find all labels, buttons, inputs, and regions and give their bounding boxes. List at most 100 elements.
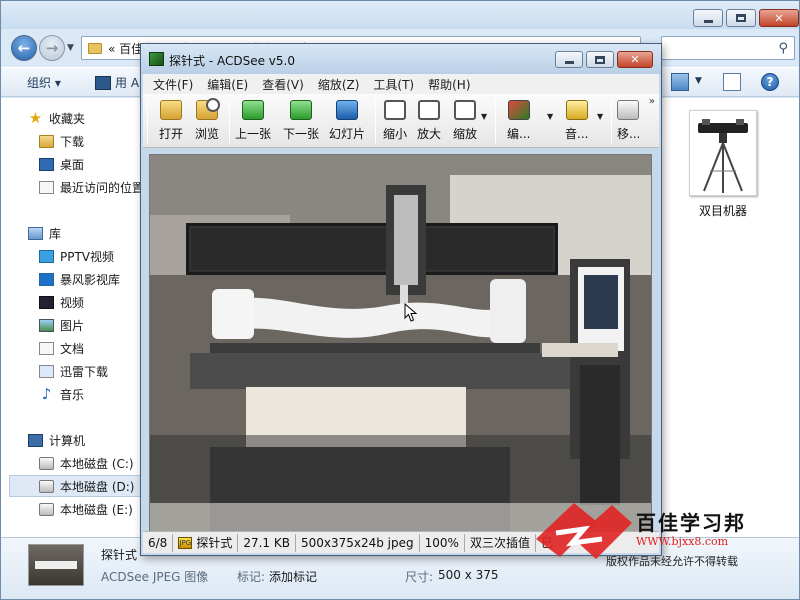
sidebar-libraries[interactable]: 库 [28, 225, 61, 242]
menu-zoom[interactable]: 缩放(Z) [318, 76, 360, 93]
explorer-titlebar [1, 1, 799, 29]
sidebar-item-drive-e[interactable]: 本地磁盘 (E:) [39, 501, 133, 518]
sidebar-item-documents[interactable]: 文档 [39, 340, 84, 357]
prev-label: 上一张 [235, 127, 272, 141]
view-dropdown[interactable]: ▼ [695, 76, 702, 86]
menu-view[interactable]: 查看(V) [262, 76, 304, 93]
browse-button[interactable]: 浏览 [195, 98, 220, 142]
menu-help[interactable]: 帮助(H) [428, 76, 470, 93]
history-dropdown[interactable]: ▼ [67, 43, 74, 53]
disk-icon [39, 480, 54, 493]
maximize-button[interactable] [726, 9, 756, 27]
document-icon [39, 342, 54, 355]
acdsee-toolbar: 打开 浏览 上一张 下一张 幻灯片 缩小 放大 缩放 ▼ 编... ▼ 音...… [143, 94, 659, 148]
video-icon [39, 296, 54, 309]
move-button[interactable]: 移... [617, 100, 639, 142]
edit-button[interactable]: 编... [507, 100, 530, 142]
sidebar-item-pptv[interactable]: PPTV视频 [39, 248, 114, 265]
open-label: 打开 [159, 127, 184, 141]
sidebar-item-baofeng[interactable]: 暴风影视库 [39, 271, 120, 288]
minimize-icon [703, 19, 713, 23]
acdsee-close-button[interactable]: ✕ [617, 51, 653, 68]
edit-icon [507, 100, 530, 120]
details-filetype: ACDSee JPEG 图像 [101, 570, 209, 584]
sidebar-item-recent[interactable]: 最近访问的位置 [39, 179, 144, 196]
sidebar-label: 本地磁盘 (C:) [60, 457, 134, 471]
organize-button[interactable]: 组织 ▾ [27, 74, 61, 91]
audio-dropdown[interactable]: ▼ [597, 112, 603, 121]
xunlei-icon [39, 365, 54, 378]
close-icon: ✕ [774, 11, 784, 25]
close-button[interactable]: ✕ [759, 9, 799, 27]
search-icon: ⚲ [778, 41, 788, 56]
details-size-label: 尺寸: [405, 570, 434, 584]
sidebar-label: 迅雷下载 [60, 365, 109, 379]
menu-edit[interactable]: 编辑(E) [207, 76, 248, 93]
move-icon [617, 100, 639, 120]
forward-button[interactable]: → [39, 35, 65, 61]
watermark-title: 百佳学习邦 [636, 511, 746, 535]
sidebar-computer[interactable]: 计算机 [28, 432, 85, 449]
zoom-icon [454, 100, 476, 120]
watermark-url: WWW.bjxx8.com [636, 535, 729, 548]
audio-label: 音... [565, 127, 589, 141]
prev-button[interactable]: 上一张 [235, 100, 271, 142]
zoom-dropdown[interactable]: ▼ [481, 112, 487, 121]
toolbar-separator [147, 100, 148, 144]
slideshow-button[interactable]: 幻灯片 [329, 100, 365, 142]
sidebar-favorites[interactable]: ★ 收藏夹 [28, 110, 85, 127]
sidebar-item-videos[interactable]: 视频 [39, 294, 84, 311]
cursor-icon [404, 303, 418, 322]
sidebar-item-drive-d[interactable]: 本地磁盘 (D:) [39, 478, 134, 495]
sidebar-item-desktop[interactable]: 桌面 [39, 156, 84, 173]
sidebar-item-xunlei[interactable]: 迅雷下载 [39, 363, 108, 380]
open-with-label: 用 A [115, 76, 140, 90]
file-item[interactable]: 双目机器 [687, 110, 759, 219]
sidebar-label: PPTV视频 [60, 250, 115, 264]
image-viewer[interactable] [149, 154, 652, 532]
view-icon[interactable] [671, 73, 689, 91]
acdsee-maximize-button[interactable] [586, 51, 614, 68]
sidebar-item-downloads[interactable]: 下载 [39, 133, 84, 150]
browse-icon [196, 98, 220, 120]
back-icon: ← [17, 39, 31, 57]
status-filename-text: 探针式 [196, 536, 233, 550]
toolbar-separator [611, 100, 612, 144]
zoom-label: 缩放 [453, 127, 478, 141]
audio-button[interactable]: 音... [565, 100, 588, 142]
details-filename: 探针式 [101, 548, 138, 562]
details-tag-input[interactable]: 添加标记 [269, 568, 317, 585]
acdsee-window-buttons: ✕ [555, 51, 653, 68]
sidebar-item-music[interactable]: ♪ 音乐 [39, 386, 84, 403]
menu-file[interactable]: 文件(F) [153, 76, 193, 93]
recent-places-icon [39, 181, 54, 194]
sidebar-item-pictures[interactable]: 图片 [39, 317, 84, 334]
zoom-button[interactable]: 缩放 [453, 100, 477, 142]
search-input[interactable]: ⚲ [661, 36, 795, 60]
back-button[interactable]: ← [11, 35, 37, 61]
watermark: 百佳学习邦 WWW.bjxx8.com 版权作品未经允许不得转载 [534, 497, 800, 577]
audio-icon [565, 100, 588, 120]
minimize-button[interactable] [693, 9, 723, 27]
sidebar-item-drive-c[interactable]: 本地磁盘 (C:) [39, 455, 134, 472]
preview-pane-icon[interactable] [723, 73, 741, 91]
zoom-out-icon [384, 100, 406, 120]
acdsee-icon [95, 75, 111, 90]
help-icon[interactable]: ? [761, 73, 779, 91]
details-thumbnail [28, 544, 84, 586]
acdsee-minimize-button[interactable] [555, 51, 583, 68]
zoom-in-button[interactable]: 放大 [417, 100, 441, 142]
status-filename: JPG 探针式 [173, 533, 239, 552]
toolbar-overflow-chevron[interactable]: » [649, 96, 655, 107]
open-with-button[interactable]: 用 A [95, 74, 139, 91]
edit-dropdown[interactable]: ▼ [547, 112, 553, 121]
zoom-out-button[interactable]: 缩小 [383, 100, 407, 142]
close-icon: ✕ [630, 53, 640, 66]
browse-label: 浏览 [195, 127, 220, 141]
menu-tools[interactable]: 工具(T) [373, 76, 414, 93]
zoom-in-label: 放大 [417, 127, 442, 141]
music-icon: ♪ [41, 385, 52, 403]
open-button[interactable]: 打开 [159, 100, 183, 142]
next-label: 下一张 [283, 127, 320, 141]
next-button[interactable]: 下一张 [283, 100, 319, 142]
